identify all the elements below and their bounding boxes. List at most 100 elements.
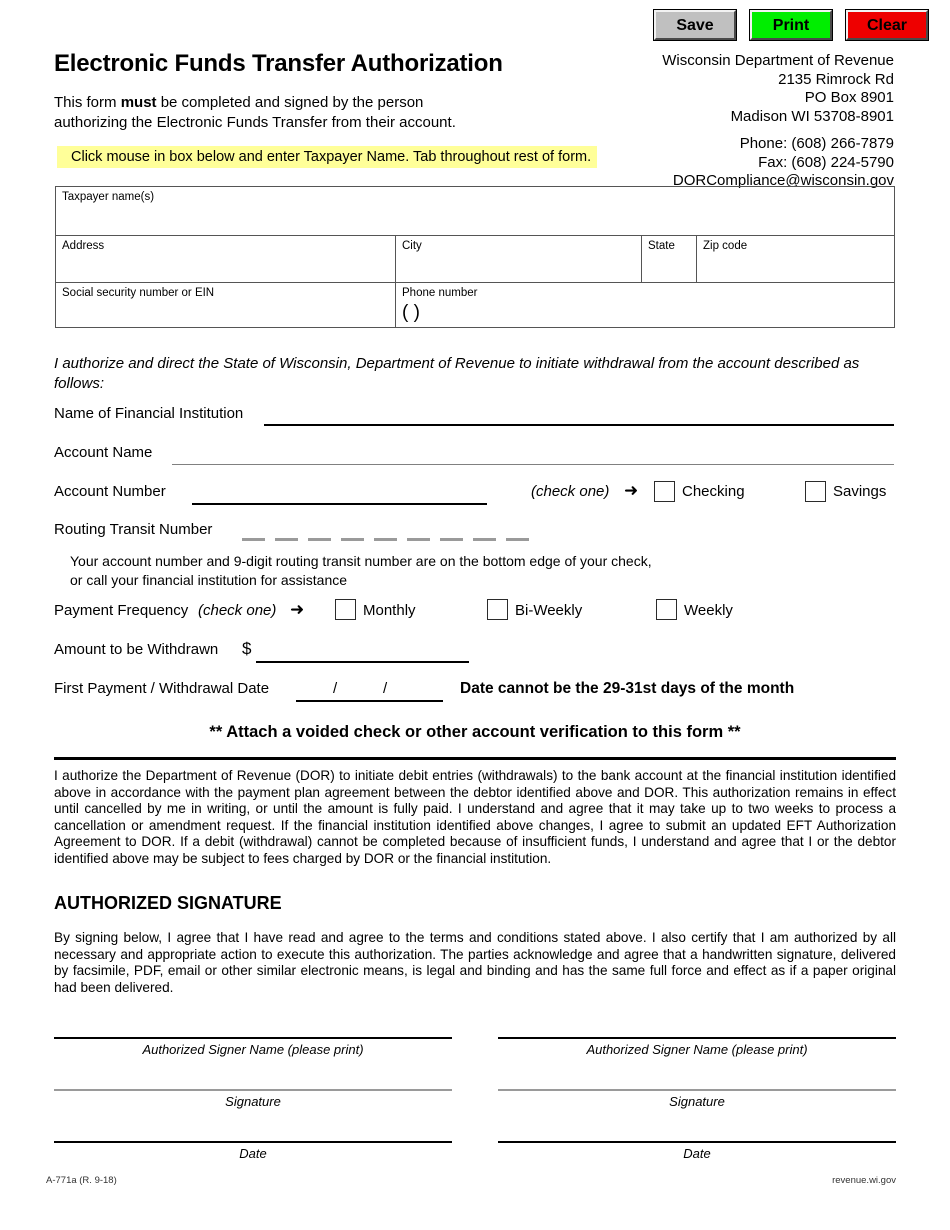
footer-website: revenue.wi.gov bbox=[832, 1175, 896, 1186]
first-payment-date-input[interactable] bbox=[296, 700, 443, 702]
signer-name-line-left[interactable] bbox=[54, 1037, 452, 1039]
savings-checkbox[interactable] bbox=[805, 481, 826, 502]
frequency-biweekly-label: Bi-Weekly bbox=[515, 602, 583, 619]
table-row: Address City State Zip code bbox=[56, 236, 894, 283]
instruction-highlight-note: Click mouse in box below and enter Taxpa… bbox=[57, 146, 597, 168]
taxpayer-name-label: Taxpayer name(s) bbox=[62, 191, 155, 203]
date-caption-left: Date bbox=[239, 1146, 267, 1161]
account-number-label: Account Number bbox=[54, 483, 166, 500]
signer-name-line-right[interactable] bbox=[498, 1037, 896, 1039]
amount-input[interactable] bbox=[256, 661, 469, 663]
table-row: Social security number or EIN Phone numb… bbox=[56, 283, 894, 327]
account-type-check-one-label: (check one) bbox=[531, 483, 610, 500]
state-label: State bbox=[648, 240, 675, 252]
routing-digit-slot[interactable] bbox=[308, 538, 331, 541]
taxpayer-info-table: Taxpayer name(s) Address City State Zip … bbox=[55, 186, 895, 328]
routing-hint-line-2: or call your financial institution for a… bbox=[70, 572, 348, 588]
routing-hint-line-1: Your account number and 9-digit routing … bbox=[70, 553, 652, 569]
authorization-statement: I authorize and direct the State of Wisc… bbox=[54, 355, 860, 392]
routing-digit-slot[interactable] bbox=[407, 538, 430, 541]
address-label: Address bbox=[62, 240, 105, 252]
date-line-left[interactable] bbox=[54, 1141, 452, 1143]
first-payment-date-label: First Payment / Withdrawal Date bbox=[54, 680, 270, 697]
frequency-monthly-label: Monthly bbox=[363, 602, 416, 619]
section-divider bbox=[54, 757, 896, 760]
form-page: Save Print Clear Electronic Funds Transf… bbox=[0, 0, 950, 1230]
form-toolbar: Save Print Clear bbox=[653, 9, 929, 41]
arrow-right-icon: ➜ bbox=[290, 600, 305, 619]
routing-digit-slot[interactable] bbox=[473, 538, 496, 541]
intro-part-c: be completed and signed by the person bbox=[156, 94, 424, 111]
routing-digit-slot[interactable] bbox=[275, 538, 298, 541]
frequency-monthly-checkbox[interactable] bbox=[335, 599, 356, 620]
agency-address-block: Wisconsin Department of Revenue 2135 Rim… bbox=[662, 52, 894, 191]
account-name-label: Account Name bbox=[54, 444, 153, 461]
date-slash-1: / bbox=[333, 680, 338, 697]
payment-frequency-label: Payment Frequency bbox=[54, 602, 189, 619]
save-button[interactable]: Save bbox=[653, 9, 737, 41]
zip-cell[interactable]: Zip code bbox=[697, 236, 894, 282]
print-button[interactable]: Print bbox=[749, 9, 833, 41]
frequency-weekly-label: Weekly bbox=[684, 602, 733, 619]
footer-form-id: A-771a (R. 9-18) bbox=[46, 1175, 117, 1186]
terms-paragraph: I authorize the Department of Revenue (D… bbox=[54, 768, 896, 866]
account-name-input[interactable] bbox=[172, 464, 894, 465]
agency-city-state-zip: Madison WI 53708-8901 bbox=[730, 107, 894, 125]
signature-caption-left: Signature bbox=[225, 1094, 281, 1109]
date-slash-2: / bbox=[383, 680, 388, 697]
page-title: Electronic Funds Transfer Authorization bbox=[54, 50, 503, 77]
signer-name-caption-left: Authorized Signer Name (please print) bbox=[142, 1042, 364, 1057]
agency-phone: Phone: (608) 266-7879 bbox=[739, 135, 894, 152]
amount-label: Amount to be Withdrawn bbox=[54, 641, 219, 658]
routing-digit-slot[interactable] bbox=[242, 538, 265, 541]
intro-line-2: authorizing the Electronic Funds Transfe… bbox=[54, 114, 456, 131]
table-row: Taxpayer name(s) bbox=[56, 187, 894, 236]
city-label: City bbox=[402, 240, 422, 252]
checking-label: Checking bbox=[682, 483, 745, 500]
date-caption-right: Date bbox=[683, 1146, 711, 1161]
date-warning-text: Date cannot be the 29-31st days of the m… bbox=[460, 680, 795, 697]
intro-text: This form must be completed and signed b… bbox=[54, 93, 456, 133]
dollar-sign: $ bbox=[242, 639, 252, 658]
routing-digit-slot[interactable] bbox=[341, 538, 364, 541]
signer-name-caption-right: Authorized Signer Name (please print) bbox=[586, 1042, 808, 1057]
address-cell[interactable]: Address bbox=[56, 236, 396, 282]
phone-number-label: Phone number bbox=[402, 287, 478, 299]
financial-institution-label: Name of Financial Institution bbox=[54, 405, 244, 422]
frequency-check-one-label: (check one) bbox=[198, 602, 277, 619]
phone-number-cell[interactable]: Phone number ( ) bbox=[396, 283, 894, 327]
date-line-right[interactable] bbox=[498, 1141, 896, 1143]
signature-paragraph: By signing below, I agree that I have re… bbox=[54, 930, 896, 995]
signature-caption-right: Signature bbox=[669, 1094, 725, 1109]
authorized-signature-heading: AUTHORIZED SIGNATURE bbox=[54, 893, 282, 913]
arrow-right-icon: ➜ bbox=[624, 481, 639, 500]
routing-hint-text: Your account number and 9-digit routing … bbox=[70, 552, 652, 590]
routing-digit-slot[interactable] bbox=[506, 538, 529, 541]
signature-line-left[interactable] bbox=[54, 1089, 452, 1091]
state-cell[interactable]: State bbox=[642, 236, 697, 282]
agency-name: Wisconsin Department of Revenue bbox=[662, 52, 894, 69]
intro-part-a: This form bbox=[54, 94, 121, 111]
city-cell[interactable]: City bbox=[396, 236, 642, 282]
agency-po-box: PO Box 8901 bbox=[804, 89, 894, 106]
financial-institution-input[interactable] bbox=[264, 424, 894, 426]
clear-button[interactable]: Clear bbox=[845, 9, 929, 41]
agency-fax: Fax: (608) 224-5790 bbox=[758, 153, 894, 171]
checking-checkbox[interactable] bbox=[654, 481, 675, 502]
ssn-ein-label: Social security number or EIN bbox=[62, 287, 215, 299]
frequency-weekly-checkbox[interactable] bbox=[656, 599, 677, 620]
agency-street: 2135 Rimrock Rd bbox=[778, 70, 894, 88]
zip-label: Zip code bbox=[703, 240, 748, 252]
savings-label: Savings bbox=[833, 483, 887, 500]
attach-voided-check-note: ** Attach a voided check or other accoun… bbox=[209, 723, 741, 741]
phone-parentheses: ( ) bbox=[402, 302, 420, 323]
signature-line-right[interactable] bbox=[498, 1089, 896, 1091]
account-number-input[interactable] bbox=[192, 503, 487, 505]
ssn-ein-cell[interactable]: Social security number or EIN bbox=[56, 283, 396, 327]
taxpayer-name-cell[interactable]: Taxpayer name(s) bbox=[56, 187, 894, 235]
routing-digit-slot[interactable] bbox=[374, 538, 397, 541]
frequency-biweekly-checkbox[interactable] bbox=[487, 599, 508, 620]
routing-transit-number-label: Routing Transit Number bbox=[54, 521, 213, 538]
routing-digit-slot[interactable] bbox=[440, 538, 463, 541]
intro-must-word: must bbox=[120, 94, 157, 111]
